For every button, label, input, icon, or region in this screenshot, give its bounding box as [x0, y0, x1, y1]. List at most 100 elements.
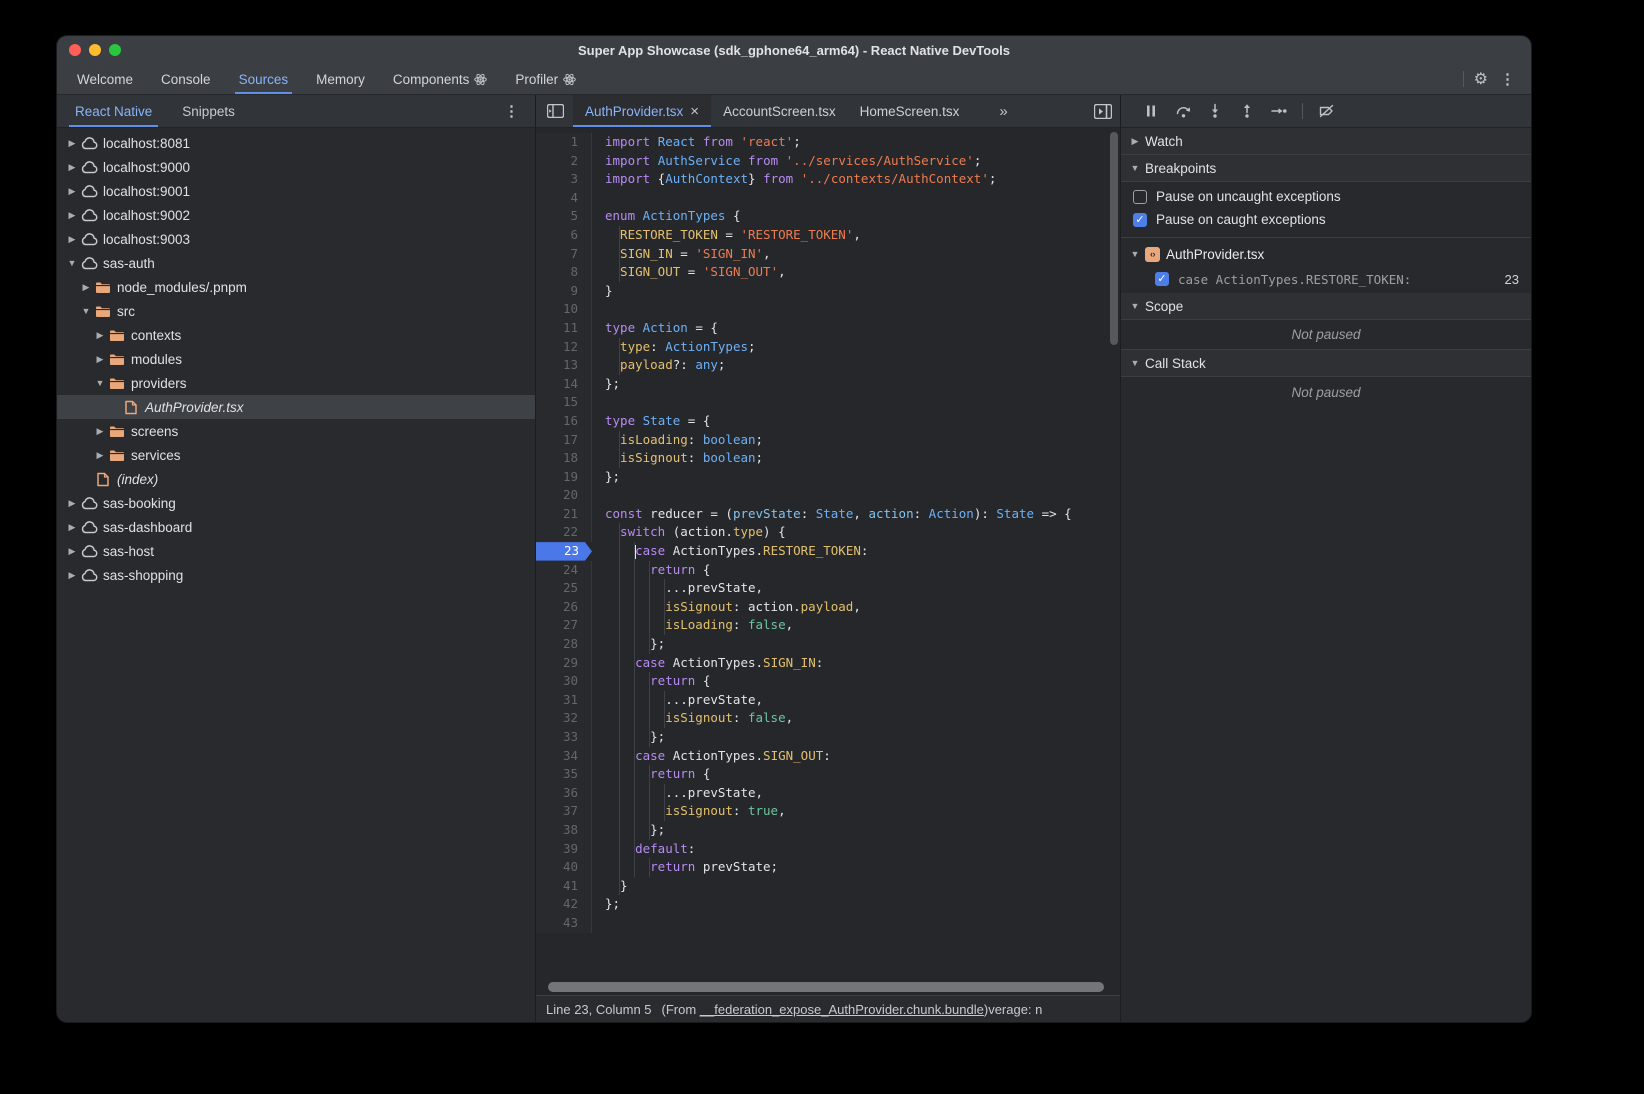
tab-sources[interactable]: Sources [225, 64, 303, 94]
watch-section-header[interactable]: ▶ Watch [1121, 128, 1531, 155]
line-number[interactable]: 37 [536, 802, 592, 821]
breakpoint-entry[interactable]: ✓case ActionTypes.RESTORE_TOKEN:23 [1121, 267, 1531, 291]
step-icon[interactable] [1265, 99, 1293, 123]
line-number[interactable]: 1 [536, 133, 592, 152]
navigator-tab-react-native[interactable]: React Native [63, 95, 164, 127]
chevron-down-icon[interactable]: ▼ [93, 378, 107, 388]
editor-horizontal-scrollbar[interactable] [548, 982, 1104, 992]
line-number[interactable]: 14 [536, 375, 592, 394]
chevron-right-icon[interactable]: ▶ [93, 426, 107, 437]
tab-profiler[interactable]: Profiler [501, 64, 590, 94]
tree-item-node-modules-pnpm[interactable]: ▶node_modules/.pnpm [57, 275, 535, 299]
chevron-right-icon[interactable]: ▶ [93, 450, 107, 461]
chevron-right-icon[interactable]: ▶ [65, 234, 79, 245]
tree-item-sas-shopping[interactable]: ▶sas-shopping [57, 563, 535, 587]
editor-tab-authprovider-tsx[interactable]: AuthProvider.tsx× [573, 95, 711, 127]
line-number[interactable]: 9 [536, 282, 592, 301]
line-number[interactable]: 13 [536, 356, 592, 375]
code-editor[interactable]: 1import React from 'react';2import AuthS… [536, 128, 1120, 995]
chevron-right-icon[interactable]: ▶ [65, 138, 79, 149]
chevron-right-icon[interactable]: ▶ [65, 210, 79, 221]
chevron-right-icon[interactable]: ▶ [65, 546, 79, 557]
line-number[interactable]: 20 [536, 486, 592, 505]
line-number[interactable]: 38 [536, 821, 592, 840]
tree-item-services[interactable]: ▶services [57, 443, 535, 467]
tree-item-sas-booking[interactable]: ▶sas-booking [57, 491, 535, 515]
chevron-right-icon[interactable]: ▶ [65, 570, 79, 581]
tree-item-authprovider-tsx[interactable]: AuthProvider.tsx [57, 395, 535, 419]
line-number[interactable]: 16 [536, 412, 592, 431]
tree-item-localhost-9001[interactable]: ▶localhost:9001 [57, 179, 535, 203]
settings-gear-icon[interactable]: ⚙ [1474, 69, 1488, 89]
line-number[interactable]: 36 [536, 784, 592, 803]
line-number[interactable]: 7 [536, 245, 592, 264]
line-number[interactable]: 28 [536, 635, 592, 654]
main-menu-kebab-icon[interactable]: ⋮ [1494, 70, 1521, 88]
line-number[interactable]: 2 [536, 152, 592, 171]
line-number[interactable]: 32 [536, 709, 592, 728]
line-number[interactable]: 10 [536, 300, 592, 319]
chevron-right-icon[interactable]: ▶ [79, 282, 93, 293]
chevron-right-icon[interactable]: ▶ [93, 330, 107, 341]
tree-item-localhost-9003[interactable]: ▶localhost:9003 [57, 227, 535, 251]
chevron-right-icon[interactable]: ▶ [65, 522, 79, 533]
line-number[interactable]: 27 [536, 616, 592, 635]
line-number[interactable]: 11 [536, 319, 592, 338]
line-number[interactable]: 42 [536, 895, 592, 914]
editor-vertical-scrollbar[interactable] [1110, 132, 1118, 345]
line-number[interactable]: 41 [536, 877, 592, 896]
tab-welcome[interactable]: Welcome [63, 64, 147, 94]
tab-memory[interactable]: Memory [302, 64, 379, 94]
checkbox-checked[interactable]: ✓ [1133, 213, 1147, 227]
line-number[interactable]: 35 [536, 765, 592, 784]
bundle-link[interactable]: __federation_expose_AuthProvider.chunk.b… [700, 1002, 984, 1017]
line-number[interactable]: 25 [536, 579, 592, 598]
call-stack-section-header[interactable]: ▼ Call Stack [1121, 350, 1531, 377]
tree-item-src[interactable]: ▼src [57, 299, 535, 323]
step-over-icon[interactable] [1169, 99, 1197, 123]
line-number[interactable]: 12 [536, 338, 592, 357]
tab-components[interactable]: Components [379, 64, 502, 94]
editor-tab-accountscreen-tsx[interactable]: AccountScreen.tsx [711, 95, 848, 127]
tree-item-sas-host[interactable]: ▶sas-host [57, 539, 535, 563]
line-number[interactable]: 6 [536, 226, 592, 245]
line-number[interactable]: 15 [536, 393, 592, 412]
line-number[interactable]: 17 [536, 431, 592, 450]
close-tab-icon[interactable]: × [690, 103, 699, 120]
tree-item-contexts[interactable]: ▶contexts [57, 323, 535, 347]
chevron-right-icon[interactable]: ▶ [65, 186, 79, 197]
line-number[interactable]: 3 [536, 170, 592, 189]
line-number[interactable]: 5 [536, 207, 592, 226]
close-window-button[interactable] [69, 44, 81, 56]
maximize-window-button[interactable] [109, 44, 121, 56]
hide-navigator-icon[interactable] [536, 95, 573, 127]
navigator-menu-kebab-icon[interactable]: ⋮ [498, 102, 525, 120]
line-number[interactable]: 40 [536, 858, 592, 877]
editor-tab-homescreen-tsx[interactable]: HomeScreen.tsx [848, 95, 972, 127]
line-number[interactable]: 24 [536, 561, 592, 580]
breakpoints-section-header[interactable]: ▼ Breakpoints [1121, 155, 1531, 182]
chevron-right-icon[interactable]: ▶ [65, 498, 79, 509]
more-tabs-chevron-icon[interactable]: » [985, 95, 1020, 127]
scope-section-header[interactable]: ▼ Scope [1121, 293, 1531, 320]
line-number[interactable]: 26 [536, 598, 592, 617]
checkbox-checked[interactable]: ✓ [1155, 272, 1169, 286]
breakpoint-file-group[interactable]: ▼‹›AuthProvider.tsx [1121, 241, 1531, 267]
tree-item-localhost-9002[interactable]: ▶localhost:9002 [57, 203, 535, 227]
tree-item-providers[interactable]: ▼providers [57, 371, 535, 395]
line-number[interactable]: 21 [536, 505, 592, 524]
line-number[interactable]: 34 [536, 747, 592, 766]
chevron-down-icon[interactable]: ▼ [79, 306, 93, 316]
checkbox-unchecked[interactable] [1133, 190, 1147, 204]
show-debugger-sidebar-icon[interactable] [1094, 104, 1112, 119]
tree-item-localhost-9000[interactable]: ▶localhost:9000 [57, 155, 535, 179]
line-number[interactable]: 39 [536, 840, 592, 859]
line-number[interactable]: 33 [536, 728, 592, 747]
step-out-icon[interactable] [1233, 99, 1261, 123]
line-number[interactable]: 30 [536, 672, 592, 691]
line-number[interactable]: 19 [536, 468, 592, 487]
tree-item-localhost-8081[interactable]: ▶localhost:8081 [57, 131, 535, 155]
tree-item-sas-auth[interactable]: ▼sas-auth [57, 251, 535, 275]
pause-icon[interactable] [1137, 99, 1165, 123]
tree-item-screens[interactable]: ▶screens [57, 419, 535, 443]
